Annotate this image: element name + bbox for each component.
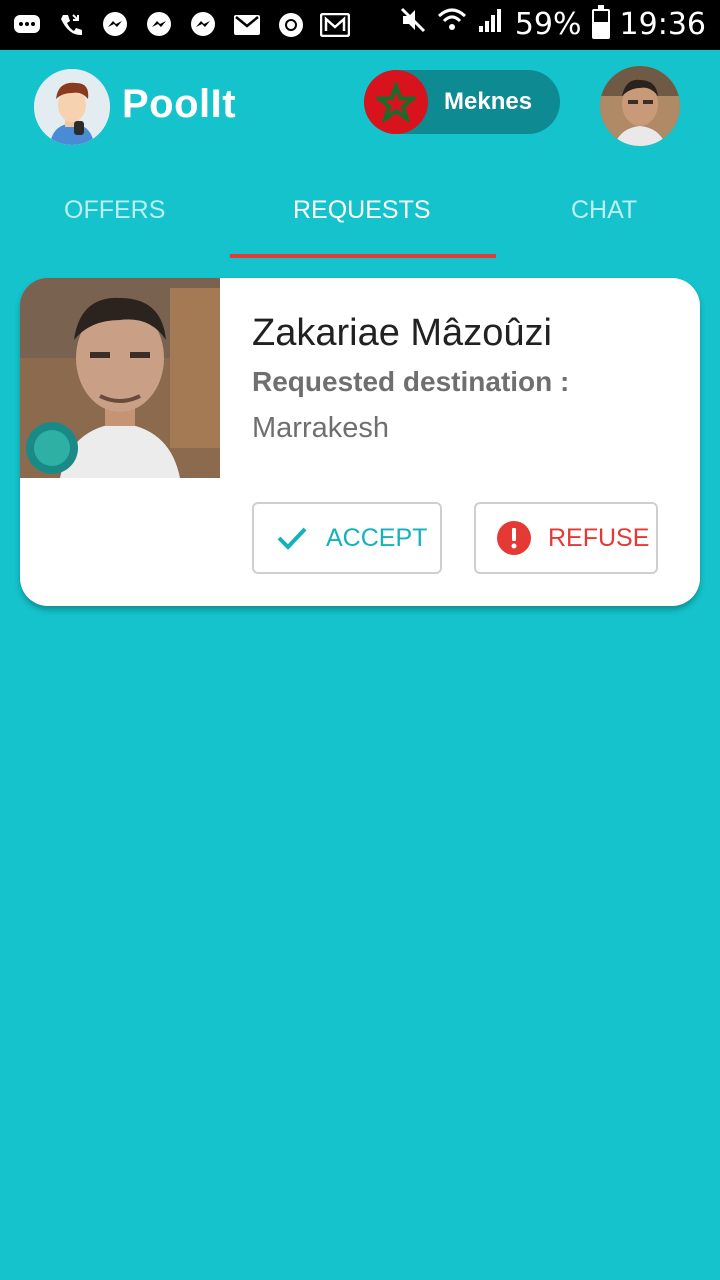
clock: 19:36: [619, 6, 706, 42]
accept-button[interactable]: ACCEPT: [252, 502, 442, 574]
messenger-icon: [144, 10, 174, 40]
morocco-flag-icon: [364, 70, 428, 134]
tab-chat[interactable]: CHAT: [571, 196, 637, 225]
check-icon: [272, 518, 312, 558]
missed-call-icon: [56, 10, 86, 40]
alert-icon: [494, 518, 534, 558]
battery-icon: [591, 5, 610, 39]
active-tab-indicator: [230, 254, 496, 258]
refuse-button[interactable]: REFUSE: [474, 502, 658, 574]
notification-icons: [12, 10, 350, 40]
city-selector[interactable]: Meknes: [364, 70, 560, 134]
city-name: Meknes: [444, 88, 533, 115]
request-card: Zakariae Mâzoûzi Requested destination :…: [20, 278, 700, 606]
tab-bar: OFFERS REQUESTS CHAT: [0, 178, 720, 260]
mute-icon: [399, 6, 427, 42]
tab-requests[interactable]: REQUESTS: [293, 196, 431, 225]
requester-name: Zakariae Mâzoûzi: [252, 312, 552, 354]
app-title: PoolIt: [122, 82, 237, 126]
status-bar: 59% 19:36: [0, 0, 720, 50]
messages-icon: [12, 10, 42, 40]
chrome-icon: [276, 10, 306, 40]
app-bar: PoolIt Meknes: [0, 50, 720, 160]
messenger-icon: [100, 10, 130, 40]
tab-offers[interactable]: OFFERS: [64, 196, 165, 225]
battery-percent: 59%: [514, 6, 582, 42]
battery-fill: [593, 21, 608, 37]
system-status: 59% 19:36: [399, 5, 706, 42]
gmail-icon: [232, 10, 262, 40]
refuse-label: REFUSE: [548, 523, 650, 552]
email-icon: [320, 10, 350, 40]
requester-photo: [20, 278, 220, 478]
destination-label: Requested destination :: [252, 366, 570, 397]
wifi-icon: [437, 6, 467, 42]
signal-icon: [477, 6, 505, 42]
destination-value: Marrakesh: [252, 412, 389, 444]
app-logo: [34, 69, 110, 145]
messenger-icon: [188, 10, 218, 40]
accept-label: ACCEPT: [326, 523, 428, 552]
profile-avatar[interactable]: [600, 66, 680, 146]
